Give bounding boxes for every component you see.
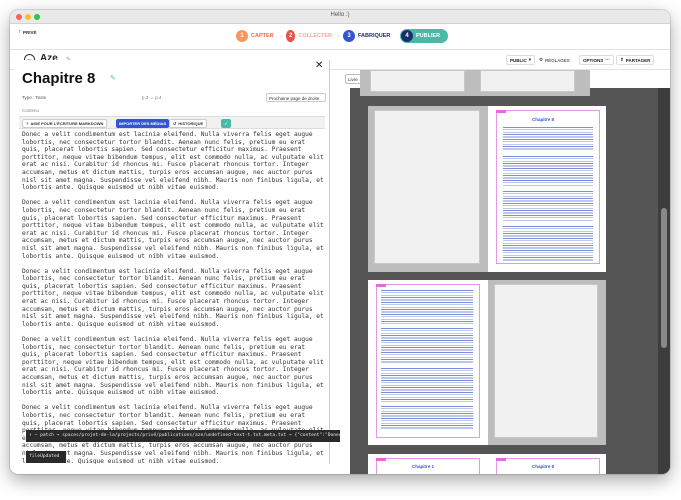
publication-preview-panel: Livre Afficher le code source HTML Chapi… [340, 70, 670, 474]
patch-log-line: ↑ — patch → spaces/projet-de-la/projects… [26, 430, 347, 442]
editor-paragraph: Donec a velit condimentum est lacinia el… [22, 131, 324, 192]
settings-label: RÉGLAGES [545, 57, 570, 63]
book-page-right[interactable]: Chapitre 8 [488, 454, 606, 474]
step-collecter-button[interactable]: 2 COLLECTER [285, 29, 337, 43]
page-text-block [503, 156, 593, 186]
step-publier-button[interactable]: 4 PUBLIER [400, 29, 448, 43]
options-button[interactable]: OPTIONS ⋯ [579, 55, 614, 65]
book-spread-top [360, 70, 590, 96]
page-chapter-title: Chapitre 8 [532, 117, 555, 122]
page-chapter-title: Chapitre 1 [412, 464, 435, 469]
editor-toolbar: ? AIDE POUR L'ÉCRITURE MARKDOWN IMPORTER… [19, 116, 325, 129]
step-capter-button[interactable]: 1 CAPTER [235, 29, 280, 43]
markdown-help-label: AIDE POUR L'ÉCRITURE MARKDOWN [30, 121, 104, 126]
step-label: COLLECTER [298, 33, 332, 39]
chapter-editor-panel: Chapitre 8 ✎ ✕ Type : Texte p.3 → p.4 Pr… [14, 60, 330, 464]
book-page-content [376, 284, 480, 438]
book-page-left [368, 106, 488, 272]
page-text-block [503, 127, 593, 151]
settings-button[interactable]: ⚙ RÉGLAGES [536, 55, 573, 65]
page-text-block [381, 290, 473, 324]
page-text-block [381, 406, 473, 430]
import-media-button[interactable]: IMPORTER DES MÉDIAS [116, 119, 170, 128]
step-label: PUBLIER [416, 33, 441, 39]
editor-paragraph: Donec a velit condimentum est lacinia el… [22, 267, 324, 328]
chevron-down-icon: ▾ [528, 57, 532, 62]
markdown-editor[interactable]: Donec a velit condimentum est lacinia el… [22, 131, 327, 464]
close-icon[interactable]: ✕ [315, 60, 323, 71]
history-icon: ↺ [173, 121, 177, 126]
chevron-right-icon: › [280, 34, 282, 40]
book-page [370, 70, 465, 92]
page-marker [376, 284, 386, 287]
preview-scrollbar[interactable] [658, 88, 670, 474]
next-page-select[interactable]: Prochaine page de droite [266, 93, 326, 102]
page-text-block [381, 328, 473, 364]
privacy-label: PRIVÉ [23, 29, 37, 35]
book-page-left[interactable] [368, 280, 488, 445]
book-page [480, 70, 575, 92]
book-page-right [488, 280, 606, 445]
app-window: Hello :) ↑ PRIVÉ 1 CAPTER › 2 COLLECTER … [10, 10, 670, 474]
book-page-content: Chapitre 1 [376, 458, 480, 474]
file-updated-tag: fileUpdated [26, 451, 66, 463]
step-label: FABRIQUER [358, 33, 391, 39]
page-text-block [503, 191, 593, 221]
privacy-indicator[interactable]: ↑ PRIVÉ [18, 29, 37, 35]
share-label: PARTAGER [625, 57, 651, 63]
page-text-block [381, 368, 473, 402]
step-number: 2 [286, 30, 296, 42]
step-label: CAPTER [251, 33, 274, 39]
scrollbar-thumb[interactable] [661, 208, 667, 348]
chapter-pages: p.3 → p.4 [142, 95, 162, 100]
page-marker [496, 110, 506, 113]
page-marker [376, 458, 386, 461]
editor-paragraph: Donec a velit condimentum est lacinia el… [22, 199, 324, 260]
check-icon: ✓ [224, 121, 228, 126]
save-check-button[interactable]: ✓ [221, 119, 231, 128]
public-label: PUBLIC [510, 57, 527, 63]
window-title: Hello :) [330, 12, 350, 18]
step-fabriquer-button[interactable]: 3 FABRIQUER [342, 29, 397, 43]
step-number: 1 [236, 30, 248, 42]
book-page-inner [374, 110, 480, 264]
more-dots-icon: ⋯ [605, 57, 610, 62]
content-label: Contenu [22, 108, 40, 113]
page-marker [496, 458, 506, 461]
book-page-content: Chapitre 8 [496, 110, 600, 264]
chapter-type: Type : Texte [22, 95, 47, 100]
share-button[interactable]: ⇪ PARTAGER [616, 55, 655, 65]
page-text-block [503, 226, 593, 261]
step-number: 4 [401, 30, 413, 42]
history-button[interactable]: ↺ HISTORIQUE [169, 119, 208, 128]
history-label: HISTORIQUE [178, 121, 204, 126]
title-bar: Hello :) [10, 10, 670, 24]
arrow-up-icon: ↑ [18, 29, 21, 35]
gear-icon: ⚙ [539, 57, 544, 62]
share-icon: ⇪ [620, 57, 624, 62]
editor-paragraph: Donec a velit condimentum est lacinia el… [22, 336, 324, 397]
markdown-help-button[interactable]: ? AIDE POUR L'ÉCRITURE MARKDOWN [22, 119, 108, 128]
book-page-inner [494, 284, 598, 438]
options-label: OPTIONS [583, 57, 604, 63]
help-icon: ? [26, 121, 29, 126]
chevron-right-icon: › [337, 34, 339, 40]
public-toggle-button[interactable]: PUBLIC ▾ [506, 55, 536, 65]
page-chapter-title: Chapitre 8 [532, 464, 555, 469]
preview-gutter [340, 88, 350, 474]
book-page-left[interactable]: Chapitre 1 [368, 454, 488, 474]
step-number: 3 [343, 30, 355, 42]
book-page-content: Chapitre 8 [496, 458, 600, 474]
top-bar: ↑ PRIVÉ 1 CAPTER › 2 COLLECTER › 3 FABRI… [10, 24, 670, 50]
chapter-title: Chapitre 8 [22, 70, 96, 87]
edit-pencil-icon[interactable]: ✎ [110, 74, 116, 82]
book-page-right[interactable]: Chapitre 8 [488, 106, 606, 272]
import-media-label: IMPORTER DES MÉDIAS [119, 121, 167, 126]
